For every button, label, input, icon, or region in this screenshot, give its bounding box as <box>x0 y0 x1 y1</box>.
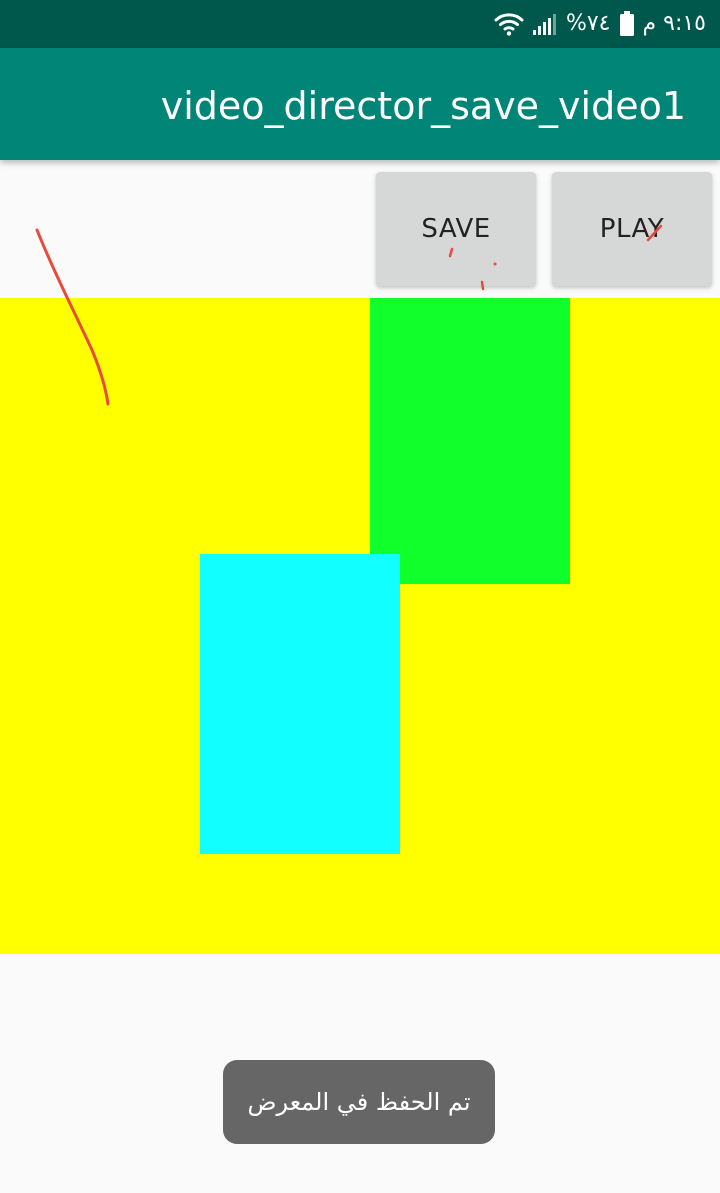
app-title: video_director_save_video1 <box>160 84 686 128</box>
cyan-rectangle <box>200 554 400 854</box>
green-rectangle <box>370 298 570 584</box>
status-icons: %٧٤ ٩:١٥ م <box>494 0 706 48</box>
wifi-icon <box>494 13 524 36</box>
save-button[interactable]: SAVE <box>376 172 536 286</box>
status-bar: %٧٤ ٩:١٥ م <box>0 0 720 48</box>
battery-icon <box>619 11 634 36</box>
play-button[interactable]: PLAY <box>552 172 712 286</box>
signal-icon <box>532 14 556 35</box>
app-bar: video_director_save_video1 <box>0 48 720 160</box>
clock: ٩:١٥ م <box>642 11 707 36</box>
toast-message: تم الحفظ في المعرض <box>223 1060 495 1144</box>
battery-percent: %٧٤ <box>565 11 611 36</box>
